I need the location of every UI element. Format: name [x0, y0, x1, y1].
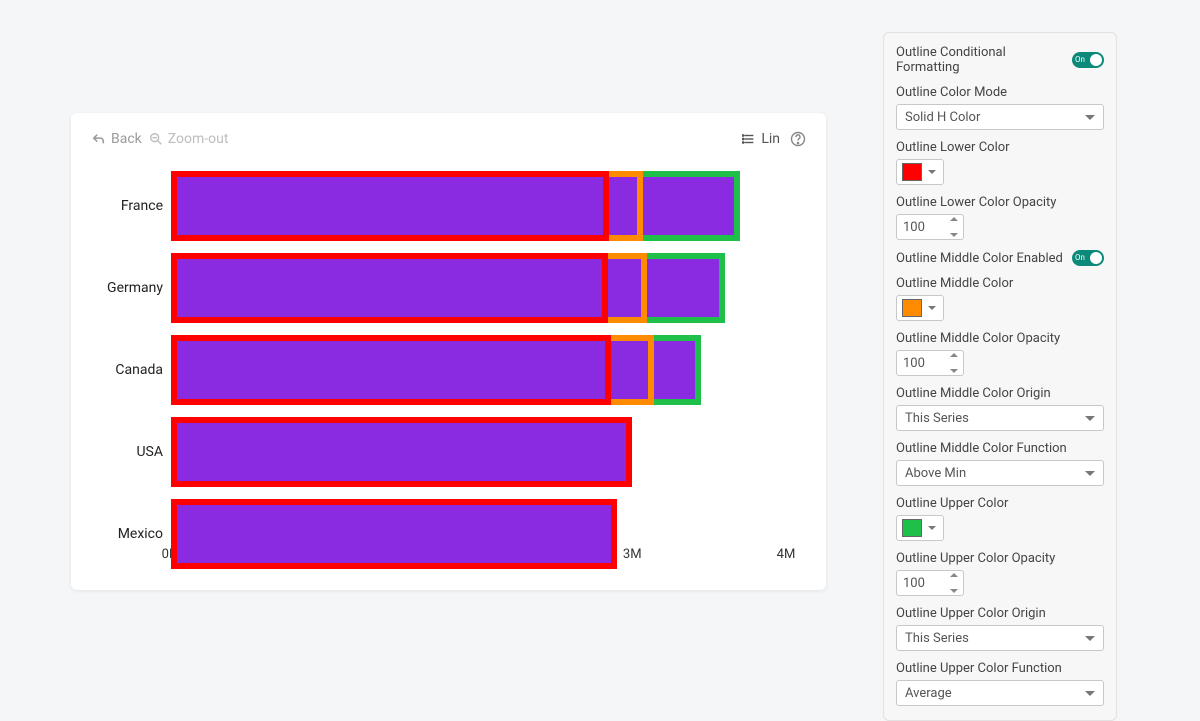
bar[interactable] [171, 335, 786, 405]
zoom-out-button[interactable]: Zoom-out [148, 131, 229, 147]
formatting-panel: Outline Conditional Formatting On Outlin… [883, 32, 1117, 721]
lower-color-picker[interactable] [896, 159, 944, 185]
chart-body: France Germany Canada USA Mexico 0M1M2M3… [91, 157, 806, 577]
back-label: Back [111, 131, 142, 147]
plot-area [171, 171, 786, 543]
back-icon [91, 131, 107, 147]
y-label: Canada [91, 335, 171, 405]
middle-origin-label: Outline Middle Color Origin [896, 386, 1104, 401]
bar[interactable] [171, 417, 786, 487]
lower-opacity-label: Outline Lower Color Opacity [896, 195, 1104, 210]
swatch-upper [902, 519, 922, 537]
outline-cf-toggle[interactable]: On [1072, 52, 1104, 68]
middle-function-label: Outline Middle Color Function [896, 441, 1104, 456]
back-button[interactable]: Back [91, 131, 142, 147]
chevron-down-icon [928, 170, 936, 174]
middle-enabled-toggle[interactable]: On [1072, 250, 1104, 266]
middle-color-picker[interactable] [896, 295, 944, 321]
lower-opacity-input[interactable]: 100 [896, 214, 964, 240]
middle-origin-select[interactable]: This Series [896, 405, 1104, 431]
bar[interactable] [171, 253, 786, 323]
y-label: France [91, 171, 171, 241]
lin-label: Lin [761, 131, 780, 147]
chevron-down-icon [928, 306, 936, 310]
swatch-middle [902, 299, 922, 317]
middle-opacity-input[interactable]: 100 [896, 350, 964, 376]
chart-card: Back Zoom-out Lin [71, 113, 826, 590]
middle-function-select[interactable]: Above Min [896, 460, 1104, 486]
chevron-down-icon [928, 526, 936, 530]
swatch-lower [902, 163, 922, 181]
upper-opacity-label: Outline Upper Color Opacity [896, 551, 1104, 566]
upper-opacity-input[interactable]: 100 [896, 570, 964, 596]
outline-cf-label: Outline Conditional Formatting [896, 45, 1072, 75]
y-axis-labels: France Germany Canada USA Mexico [91, 171, 171, 569]
y-label: USA [91, 417, 171, 487]
middle-enabled-label: Outline Middle Color Enabled [896, 251, 1072, 266]
chevron-down-icon [1085, 691, 1095, 696]
upper-color-label: Outline Upper Color [896, 496, 1104, 511]
chevron-down-icon [1085, 115, 1095, 120]
chart-toolbar: Back Zoom-out Lin [91, 131, 806, 147]
color-mode-label: Outline Color Mode [896, 85, 1104, 100]
upper-origin-select[interactable]: This Series [896, 625, 1104, 651]
upper-origin-label: Outline Upper Color Origin [896, 606, 1104, 621]
chevron-down-icon [1085, 416, 1095, 421]
legend-button[interactable]: Lin [741, 131, 780, 147]
chevron-down-icon [1085, 471, 1095, 476]
upper-function-select[interactable]: Average [896, 680, 1104, 706]
help-icon[interactable] [790, 131, 806, 147]
y-label: Mexico [91, 499, 171, 569]
color-mode-select[interactable]: Solid H Color [896, 104, 1104, 130]
x-tick: 4M [777, 547, 796, 562]
bar[interactable] [171, 171, 786, 241]
middle-opacity-label: Outline Middle Color Opacity [896, 331, 1104, 346]
upper-color-picker[interactable] [896, 515, 944, 541]
x-tick: 3M [623, 547, 642, 562]
middle-color-label: Outline Middle Color [896, 276, 1104, 291]
zoom-out-label: Zoom-out [168, 131, 229, 147]
upper-function-label: Outline Upper Color Function [896, 661, 1104, 676]
chevron-down-icon [1085, 636, 1095, 641]
y-label: Germany [91, 253, 171, 323]
zoom-out-icon [148, 131, 164, 147]
lower-color-label: Outline Lower Color [896, 140, 1104, 155]
list-icon [741, 131, 757, 147]
